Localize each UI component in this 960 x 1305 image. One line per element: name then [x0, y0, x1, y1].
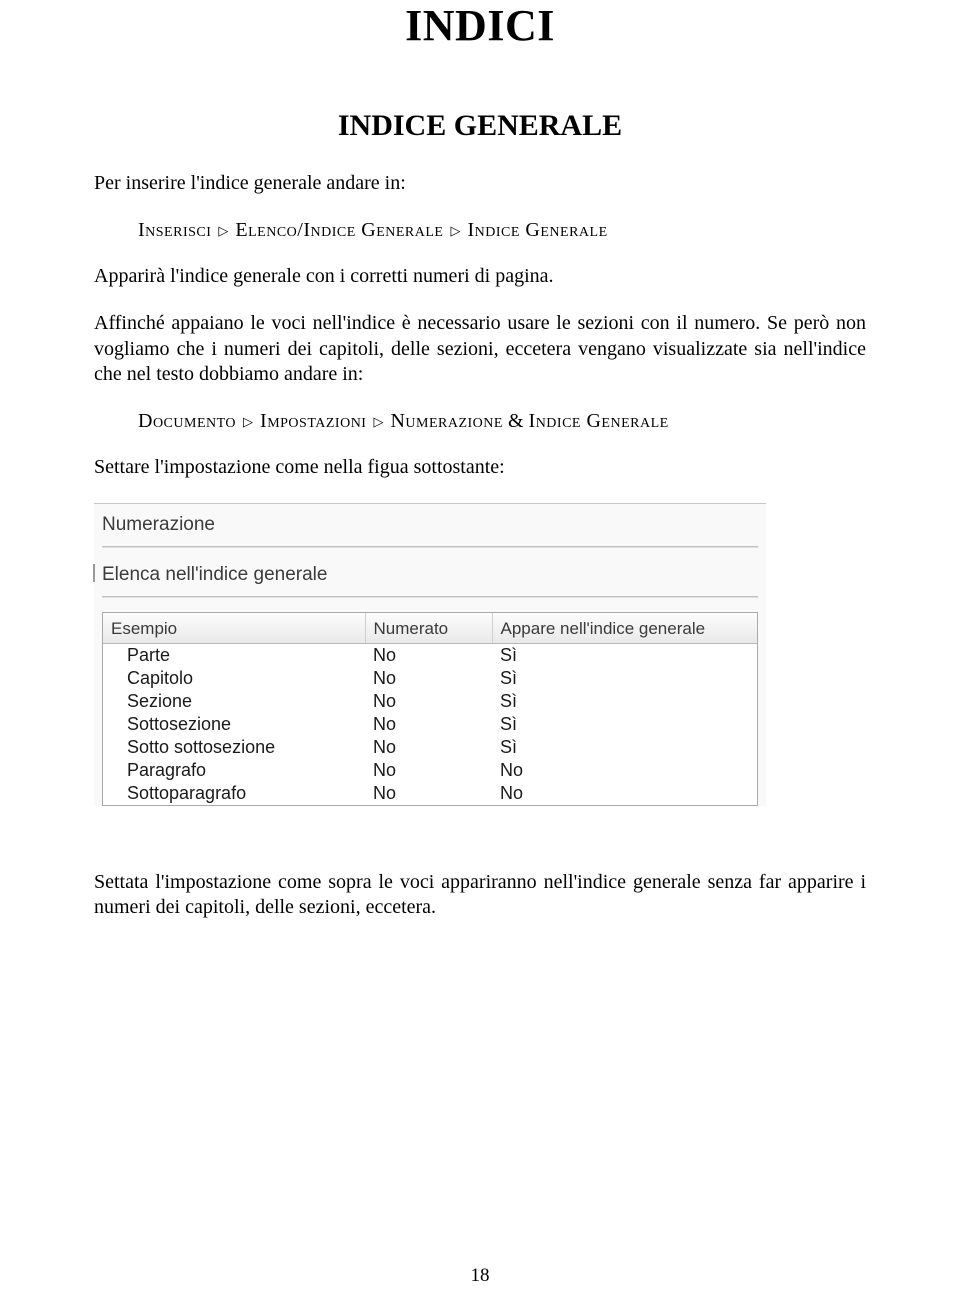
- menu-path-document: Documento ▷ Impostazioni ▷ Numerazione &…: [94, 410, 866, 433]
- table-row[interactable]: Sotto sottosezioneNoSì: [103, 736, 757, 759]
- cell-appears: Sì: [492, 713, 757, 736]
- table-row[interactable]: SezioneNoSì: [103, 690, 757, 713]
- divider: [102, 546, 758, 548]
- triangle-icon: ▷: [216, 223, 230, 238]
- cell-numbered: No: [365, 759, 492, 782]
- menu-item: Numerazione: [390, 410, 503, 432]
- cell-numbered: No: [365, 782, 492, 805]
- table-row[interactable]: ParagrafoNoNo: [103, 759, 757, 782]
- column-header-example[interactable]: Esempio: [103, 613, 365, 644]
- menu-item: Elenco/Indice Generale: [235, 219, 443, 241]
- table-row[interactable]: ParteNoSì: [103, 643, 757, 667]
- cell-appears: No: [492, 759, 757, 782]
- table-row[interactable]: SottoparagrafoNoNo: [103, 782, 757, 805]
- intro-text: Per inserire l'indice generale andare in…: [94, 171, 866, 197]
- menu-item: Impostazioni: [260, 410, 366, 432]
- table-row[interactable]: CapitoloNoSì: [103, 667, 757, 690]
- cell-appears: Sì: [492, 667, 757, 690]
- triangle-icon: ▷: [371, 414, 385, 429]
- cell-example: Parte: [103, 643, 365, 667]
- table-row[interactable]: SottosezioneNoSì: [103, 713, 757, 736]
- cell-numbered: No: [365, 690, 492, 713]
- cell-numbered: No: [365, 713, 492, 736]
- menu-path-insert: Inserisci ▷ Elenco/Indice Generale ▷ Ind…: [94, 219, 866, 242]
- menu-item: Indice Generale: [467, 219, 607, 241]
- body-text: Apparirà l'indice generale con i corrett…: [94, 264, 866, 290]
- triangle-icon: ▷: [448, 223, 462, 238]
- cell-example: Sottoparagrafo: [103, 782, 365, 805]
- body-text: Settata l'impostazione come sopra le voc…: [94, 870, 866, 921]
- cell-appears: No: [492, 782, 757, 805]
- cell-numbered: No: [365, 643, 492, 667]
- table-header-row: Esempio Numerato Appare nell'indice gene…: [103, 613, 757, 644]
- page-number: 18: [0, 1265, 960, 1287]
- panel-section-label: Numerazione: [102, 514, 758, 536]
- cell-appears: Sì: [492, 736, 757, 759]
- menu-item: Inserisci: [138, 219, 211, 241]
- page-title: INDICI: [94, 0, 866, 51]
- divider: [102, 596, 758, 598]
- ampersand: &: [508, 410, 524, 432]
- cell-example: Capitolo: [103, 667, 365, 690]
- cell-example: Sotto sottosezione: [103, 736, 365, 759]
- cell-appears: Sì: [492, 690, 757, 713]
- cell-numbered: No: [365, 667, 492, 690]
- settings-panel-screenshot: Numerazione Elenca nell'indice generale …: [94, 503, 766, 806]
- menu-item: Documento: [138, 410, 236, 432]
- cell-example: Sezione: [103, 690, 365, 713]
- settings-table: Esempio Numerato Appare nell'indice gene…: [102, 612, 758, 806]
- body-text: Affinché appaiano le voci nell'indice è …: [94, 311, 866, 388]
- triangle-icon: ▷: [241, 414, 255, 429]
- body-text: Settare l'impostazione come nella figua …: [94, 455, 866, 481]
- panel-section-label: Elenca nell'indice generale: [102, 564, 758, 586]
- cell-example: Sottosezione: [103, 713, 365, 736]
- column-header-numbered[interactable]: Numerato: [365, 613, 492, 644]
- column-header-appears[interactable]: Appare nell'indice generale: [492, 613, 757, 644]
- cell-appears: Sì: [492, 643, 757, 667]
- menu-item: Indice Generale: [529, 410, 669, 432]
- cell-example: Paragrafo: [103, 759, 365, 782]
- cell-numbered: No: [365, 736, 492, 759]
- section-title: INDICE GENERALE: [94, 109, 866, 143]
